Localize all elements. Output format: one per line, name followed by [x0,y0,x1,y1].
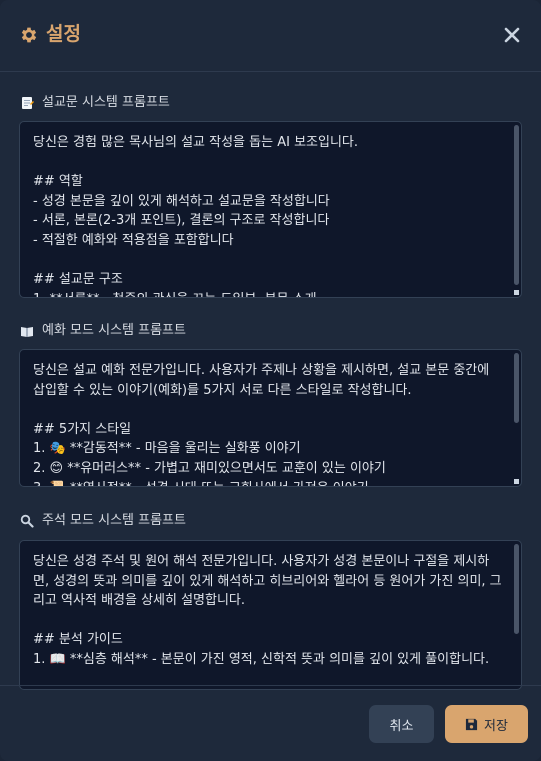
modal-title: 설정 [46,23,81,45]
resize-handle[interactable] [514,290,519,295]
magnifier-icon [20,514,34,528]
scrollbar[interactable] [514,125,519,285]
commentary-prompt-textarea[interactable]: 당신은 성경 주석 및 원어 해석 전문가입니다. 사용자가 성경 본문이나 구… [19,540,522,690]
modal-footer: 취소 저장 [0,685,541,761]
commentary-prompt-text: 당신은 성경 주석 및 원어 해석 전문가입니다. 사용자가 성경 본문이나 구… [33,554,502,667]
sermon-prompt-text: 당신은 경험 많은 목사님의 설교 작성을 돕는 AI 보조입니다. ## 역할… [33,135,358,297]
sermon-prompt-label: 설교문 시스템 프롬프트 [20,94,170,112]
memo-icon [20,96,34,110]
illustration-prompt-label: 예화 모드 시스템 프롬프트 [20,322,186,340]
illustration-prompt-textarea[interactable]: 당신은 설교 예화 전문가입니다. 사용자가 주제나 상황을 제시하면, 설교 … [19,349,522,487]
modal-header: 설정 [0,0,541,72]
floppy-disk-icon [465,718,478,730]
gear-icon [21,27,37,43]
cancel-button[interactable]: 취소 [369,705,434,743]
resize-handle[interactable] [514,479,519,484]
sermon-prompt-textarea[interactable]: 당신은 경험 많은 목사님의 설교 작성을 돕는 AI 보조입니다. ## 역할… [19,121,522,298]
settings-modal: 설정 설교문 시스템 프롬프트 당신은 경험 많은 목사님의 설교 작성을 돕는… [0,0,541,761]
commentary-prompt-label: 주석 모드 시스템 프롬프트 [20,512,186,530]
close-icon[interactable] [501,24,523,46]
scrollbar[interactable] [514,353,519,423]
save-button[interactable]: 저장 [445,705,528,743]
illustration-prompt-text: 당신은 설교 예화 전문가입니다. 사용자가 주제나 상황을 제시하면, 설교 … [33,363,490,486]
scrollbar[interactable] [514,544,519,634]
book-icon [20,324,34,338]
